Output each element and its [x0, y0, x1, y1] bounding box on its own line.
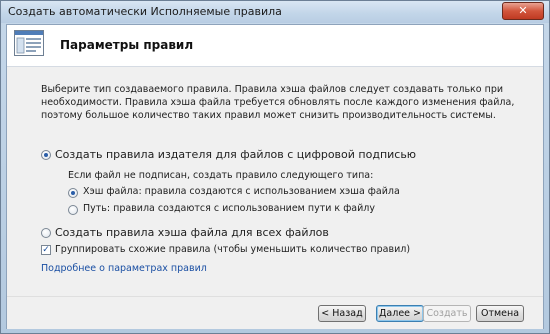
window-title: Создать автоматически Исполняемые правил…: [8, 5, 282, 18]
title-bar[interactable]: Создать автоматически Исполняемые правил…: [1, 1, 549, 23]
wizard-client-area: Параметры правил Выберите тип создаваемо…: [6, 24, 544, 329]
wizard-body: Выберите тип создаваемого правила. Прави…: [7, 67, 543, 296]
publisher-rules-radio[interactable]: [41, 150, 51, 160]
next-button[interactable]: Далее >: [376, 305, 424, 322]
unsigned-file-caption: Если файл не подписан, создать правило с…: [68, 170, 374, 181]
hash-all-radio[interactable]: [41, 228, 51, 238]
hash-subrule-radio[interactable]: [68, 188, 78, 198]
back-button[interactable]: < Назад: [318, 305, 366, 322]
description-line-1: Выберите тип создаваемого правила. Прави…: [41, 84, 504, 95]
path-subrule-label[interactable]: Путь: правила создаются с использованием…: [83, 203, 375, 214]
hash-all-label[interactable]: Создать правила хэша файла для всех файл…: [55, 226, 329, 239]
create-button[interactable]: Создать: [423, 305, 471, 322]
description-line-2: необходимости. Правила хэша файла требуе…: [41, 97, 515, 108]
wizard-page-icon: [14, 30, 44, 56]
group-rules-label[interactable]: Группировать схожие правила (чтобы умень…: [55, 244, 410, 255]
close-button[interactable]: ✕: [502, 2, 544, 20]
page-title: Параметры правил: [60, 38, 194, 52]
description-line-3: поэтому большое количество таких правил …: [41, 110, 496, 121]
publisher-rules-label[interactable]: Создать правила издателя для файлов с ци…: [55, 148, 416, 161]
wizard-window: Создать автоматически Исполняемые правил…: [0, 0, 550, 334]
path-subrule-radio[interactable]: [68, 205, 78, 215]
group-rules-checkbox[interactable]: ✓: [41, 245, 51, 255]
description-text: Выберите тип создаваемого правила. Прави…: [41, 83, 515, 122]
rule-parameters-help-link[interactable]: Подробнее о параметрах правил: [41, 263, 207, 274]
wizard-header: Параметры правил: [7, 25, 543, 66]
wizard-footer: < Назад Далее > Создать Отмена: [7, 296, 543, 329]
hash-subrule-label[interactable]: Хэш файла: правила создаются с использов…: [83, 186, 400, 197]
close-icon: ✕: [518, 4, 528, 17]
cancel-button[interactable]: Отмена: [476, 305, 524, 322]
